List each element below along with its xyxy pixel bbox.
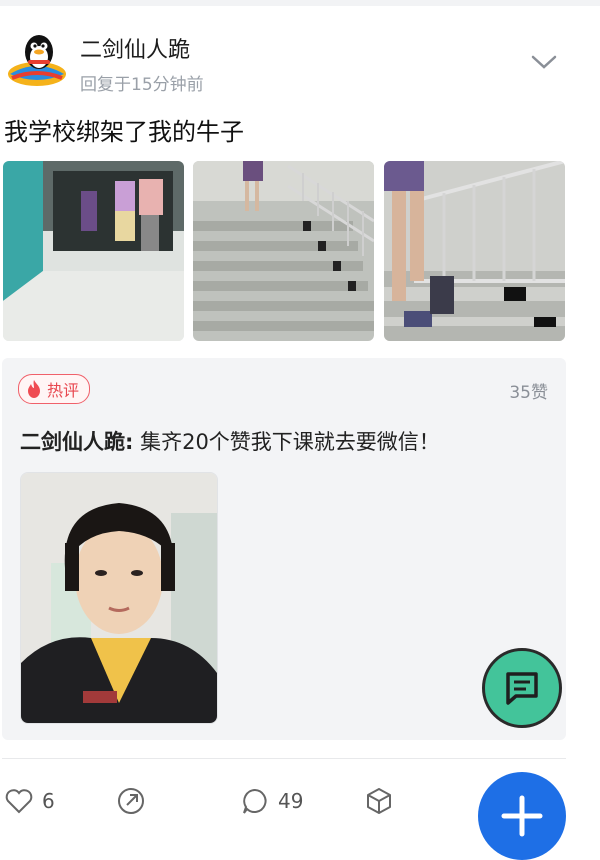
comment-icon [243,788,267,814]
action-bar-divider [2,758,566,759]
cube-icon [367,788,391,814]
photo-stairs-closeup-icon [384,161,565,341]
hot-comment-label: 热评 [47,381,80,400]
post-image-1[interactable] [3,161,184,341]
avatar[interactable] [6,28,68,90]
hot-comment-likes: 35赞 [509,383,548,403]
message-icon [506,672,538,705]
photo-stairs-icon [193,161,374,341]
post-text: 我学校绑架了我的牛子 [4,118,244,146]
heart-icon [5,789,33,814]
post-image-3[interactable] [384,161,565,341]
hot-comment-author[interactable]: 二剑仙人跪: [20,430,133,454]
share-icon [118,788,144,814]
flame-icon [28,380,40,398]
comment-count: 49 [278,789,304,813]
post-timestamp: 回复于15分钟前 [80,75,204,95]
selfie-photo-icon [21,473,217,723]
hot-comment-badge: 热评 [18,374,91,404]
photo-hallway-icon [3,161,184,341]
post-author-name[interactable]: 二剑仙人跪 [80,32,190,64]
chat-button[interactable] [482,648,562,728]
hot-comment-text: 二剑仙人跪: 集齐20个赞我下课就去要微信！ [20,426,440,456]
plus-icon [501,795,543,837]
comment-button[interactable]: 49 [240,786,303,816]
share-button[interactable] [116,786,154,816]
penguin-avatar-icon [8,35,66,86]
chevron-down-icon[interactable] [530,52,558,72]
favorite-button[interactable] [364,786,402,816]
like-count: 6 [42,789,55,813]
hot-comment-body: 集齐20个赞我下课就去要微信！ [133,430,440,454]
hot-comment-image[interactable] [20,472,218,724]
like-button[interactable]: 6 [4,786,55,816]
top-divider [0,0,600,6]
post-image-2[interactable] [193,161,374,341]
